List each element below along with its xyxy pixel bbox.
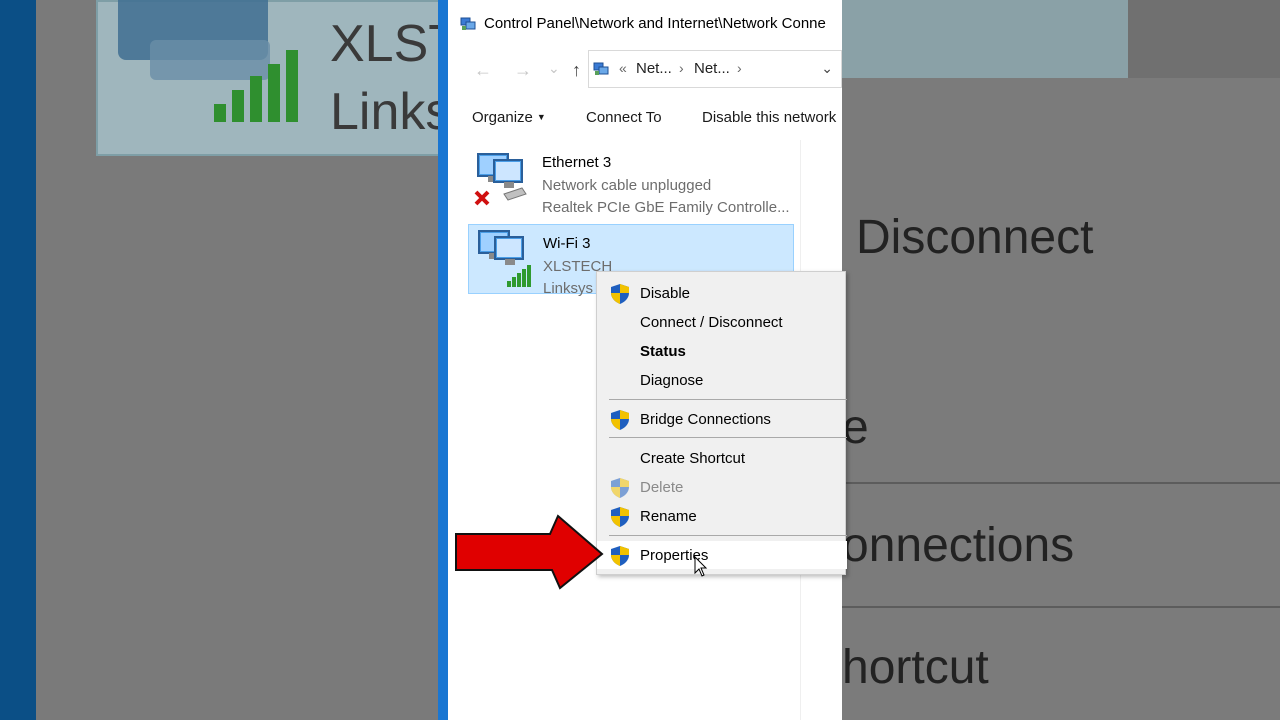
breadcrumb-item[interactable]: Net... — [694, 60, 730, 77]
forward-icon[interactable]: → — [514, 60, 532, 81]
context-menu: Disable Connect / Disconnect Status Diag… — [596, 271, 847, 575]
uac-shield-icon — [611, 284, 629, 304]
navigation-bar: ← → ⌄ ↑ « Net... › Net... › ⌄ — [448, 48, 842, 94]
background-edge — [0, 0, 36, 720]
back-icon[interactable]: ← — [474, 60, 492, 81]
connection-item-ethernet[interactable]: Ethernet 3 Network cable unplugged Realt… — [468, 144, 794, 216]
uac-shield-icon — [611, 410, 629, 430]
network-connections-icon — [460, 17, 476, 30]
connection-name: Wi-Fi 3 — [543, 235, 591, 252]
menu-item-create-shortcut[interactable]: Create Shortcut — [597, 444, 847, 472]
connection-status: Network cable unplugged — [542, 177, 712, 194]
ethernet-adapter-icon — [474, 153, 527, 206]
command-bar: Organize ▼ Connect To Disable this networ… — [448, 100, 842, 138]
recent-locations-icon[interactable]: ⌄ — [548, 60, 560, 77]
address-dropdown-icon[interactable]: ⌄ — [821, 60, 833, 77]
menu-item-status[interactable]: Status — [597, 337, 847, 365]
menu-item-label: Rename — [640, 508, 697, 525]
wifi-adapter-icon — [478, 230, 531, 287]
background-text-3: Disconnect — [856, 211, 1094, 264]
menu-separator — [609, 437, 847, 438]
background-separator — [842, 482, 1280, 484]
menu-item-label: Delete — [640, 479, 684, 496]
menu-item-rename[interactable]: Rename — [597, 502, 847, 530]
connection-device: Realtek PCIe GbE Family Controlle... — [542, 199, 790, 216]
menu-item-diagnose[interactable]: Diagnose — [597, 366, 847, 394]
disable-network-button[interactable]: Disable this network — [702, 109, 836, 126]
menu-item-label: Connect / Disconnect — [640, 314, 783, 331]
organize-label: Organize — [472, 109, 533, 126]
background-left-zoom: XLST Linksy — [0, 0, 477, 720]
breadcrumb-overflow[interactable]: « — [619, 60, 627, 76]
menu-item-bridge-connections[interactable]: Bridge Connections — [597, 405, 847, 433]
background-strip — [842, 0, 1128, 78]
window-title: Control Panel\Network and Internet\Netwo… — [484, 15, 826, 32]
red-arrow-icon — [455, 514, 604, 590]
background-text-6: hortcut — [842, 641, 989, 694]
network-connections-icon — [593, 62, 609, 75]
background-text-5: onnections — [842, 519, 1075, 572]
connection-name: Ethernet 3 — [542, 154, 612, 171]
background-menu-panel — [842, 78, 1280, 720]
menu-item-label: Bridge Connections — [640, 411, 771, 428]
uac-shield-icon — [611, 546, 629, 566]
mouse-cursor-icon — [694, 556, 708, 577]
uac-shield-icon — [611, 478, 629, 498]
up-icon[interactable]: ↑ — [572, 60, 581, 81]
menu-item-properties[interactable]: Properties — [597, 541, 847, 569]
menu-separator — [609, 535, 847, 536]
menu-separator — [609, 399, 847, 400]
uac-shield-icon — [611, 507, 629, 527]
menu-item-label: Diagnose — [640, 372, 704, 389]
connect-to-button[interactable]: Connect To — [586, 109, 662, 126]
menu-item-label: Disable — [640, 285, 691, 302]
title-bar[interactable]: Control Panel\Network and Internet\Netwo… — [448, 0, 842, 48]
address-bar[interactable]: « Net... › Net... › ⌄ — [588, 50, 842, 88]
background-signal-icon — [214, 50, 304, 122]
background-separator — [842, 606, 1280, 608]
breadcrumb-separator[interactable]: › — [679, 60, 684, 76]
organize-button[interactable]: Organize ▼ — [472, 109, 546, 126]
menu-item-label: Status — [640, 343, 686, 360]
breadcrumb-separator[interactable]: › — [737, 60, 742, 76]
dropdown-arrow-icon: ▼ — [536, 112, 546, 122]
menu-item-disable[interactable]: Disable — [597, 279, 847, 307]
menu-item-label: Create Shortcut — [640, 450, 746, 467]
breadcrumb-item[interactable]: Net... — [636, 60, 672, 77]
menu-item-delete: Delete — [597, 473, 847, 501]
menu-item-connect-disconnect[interactable]: Connect / Disconnect — [597, 308, 847, 336]
window-border — [438, 0, 448, 720]
background-right-zoom: Disconnect e onnections hortcut — [842, 0, 1280, 720]
